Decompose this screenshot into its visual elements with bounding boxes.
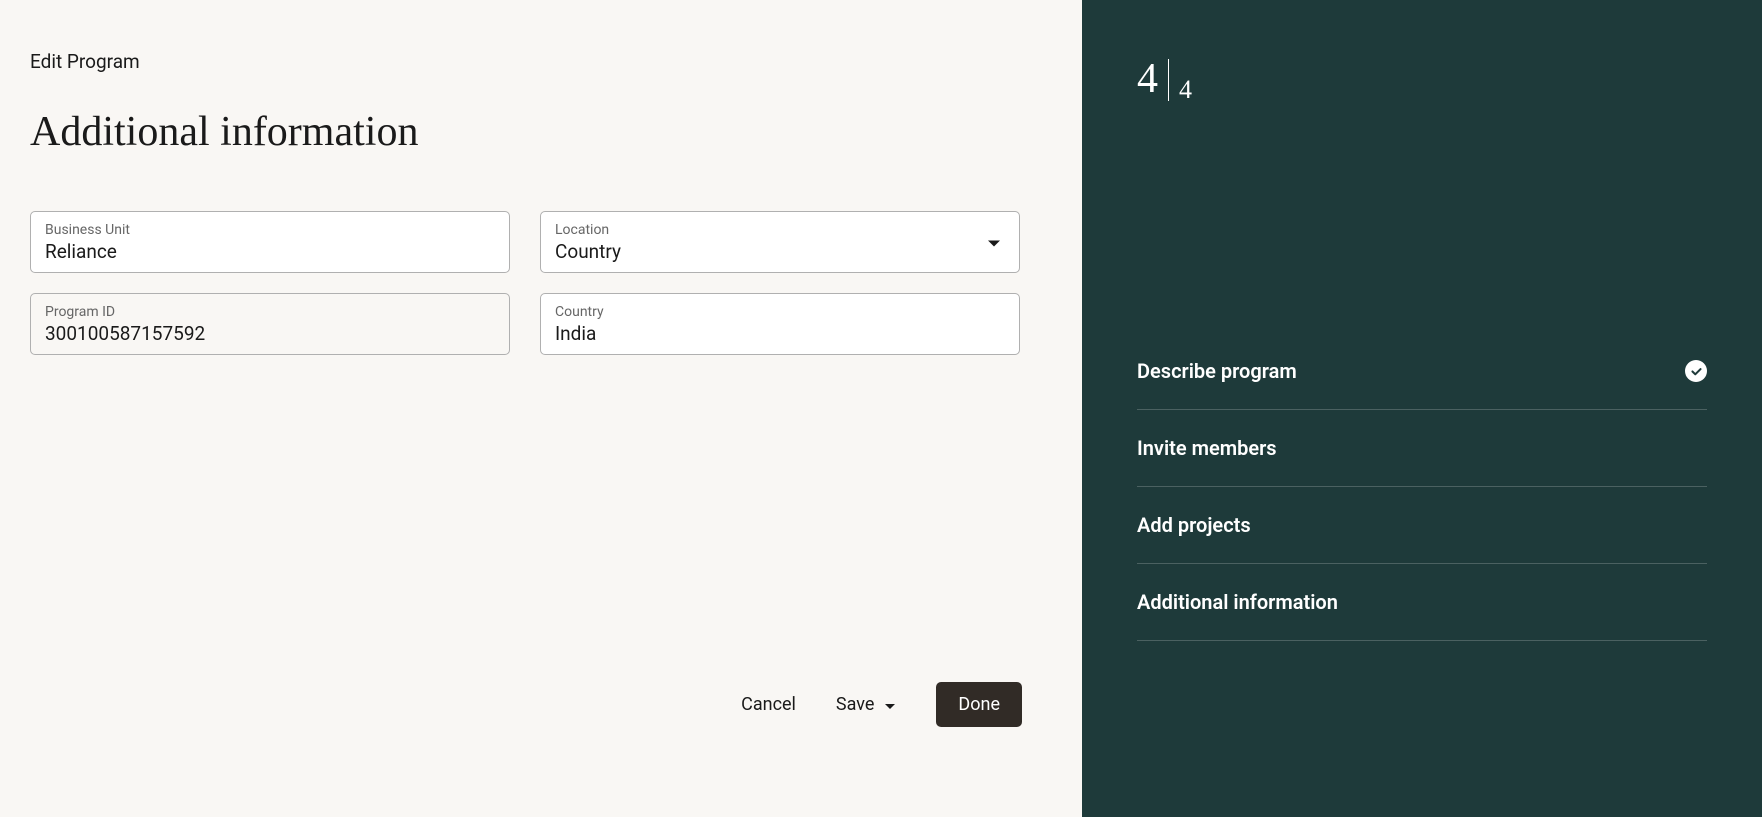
country-field[interactable]: Country	[540, 293, 1020, 355]
step-label: Add projects	[1137, 513, 1251, 537]
step-additional-information[interactable]: Additional information	[1137, 564, 1707, 641]
page-title: Additional information	[30, 108, 1052, 156]
side-panel: 4 4 Describe program Invite members Add …	[1082, 0, 1762, 817]
business-unit-field[interactable]: Business Unit	[30, 211, 510, 273]
breadcrumb: Edit Program	[30, 50, 1052, 73]
step-add-projects[interactable]: Add projects	[1137, 487, 1707, 564]
business-unit-input[interactable]	[45, 240, 495, 263]
main-panel: Edit Program Additional information Busi…	[0, 0, 1082, 817]
button-bar: Cancel Save Done	[741, 682, 1022, 727]
save-button[interactable]: Save	[836, 694, 897, 715]
steps-list: Describe program Invite members Add proj…	[1137, 333, 1707, 641]
form-grid: Business Unit Location Country Program I…	[30, 211, 1020, 355]
location-field[interactable]: Location Country	[540, 211, 1020, 273]
cancel-button[interactable]: Cancel	[741, 694, 796, 715]
chevron-down-icon	[987, 233, 1001, 252]
program-id-value: 300100587157592	[45, 322, 205, 345]
step-label: Describe program	[1137, 359, 1297, 383]
chevron-down-icon	[884, 694, 896, 715]
step-label: Additional information	[1137, 590, 1338, 614]
business-unit-label: Business Unit	[45, 222, 495, 238]
step-label: Invite members	[1137, 436, 1277, 460]
save-button-label: Save	[836, 694, 875, 715]
step-current: 4	[1137, 55, 1158, 103]
done-button[interactable]: Done	[936, 682, 1022, 727]
step-total: 4	[1179, 75, 1192, 105]
step-invite-members[interactable]: Invite members	[1137, 410, 1707, 487]
step-describe-program[interactable]: Describe program	[1137, 333, 1707, 410]
location-value: Country	[555, 240, 621, 263]
program-id-label: Program ID	[45, 304, 495, 320]
country-label: Country	[555, 304, 1005, 320]
step-divider	[1168, 59, 1169, 101]
check-circle-icon	[1685, 360, 1707, 382]
country-input[interactable]	[555, 322, 1005, 345]
program-id-field: Program ID 300100587157592	[30, 293, 510, 355]
location-label: Location	[555, 222, 1005, 238]
step-counter: 4 4	[1137, 55, 1707, 103]
